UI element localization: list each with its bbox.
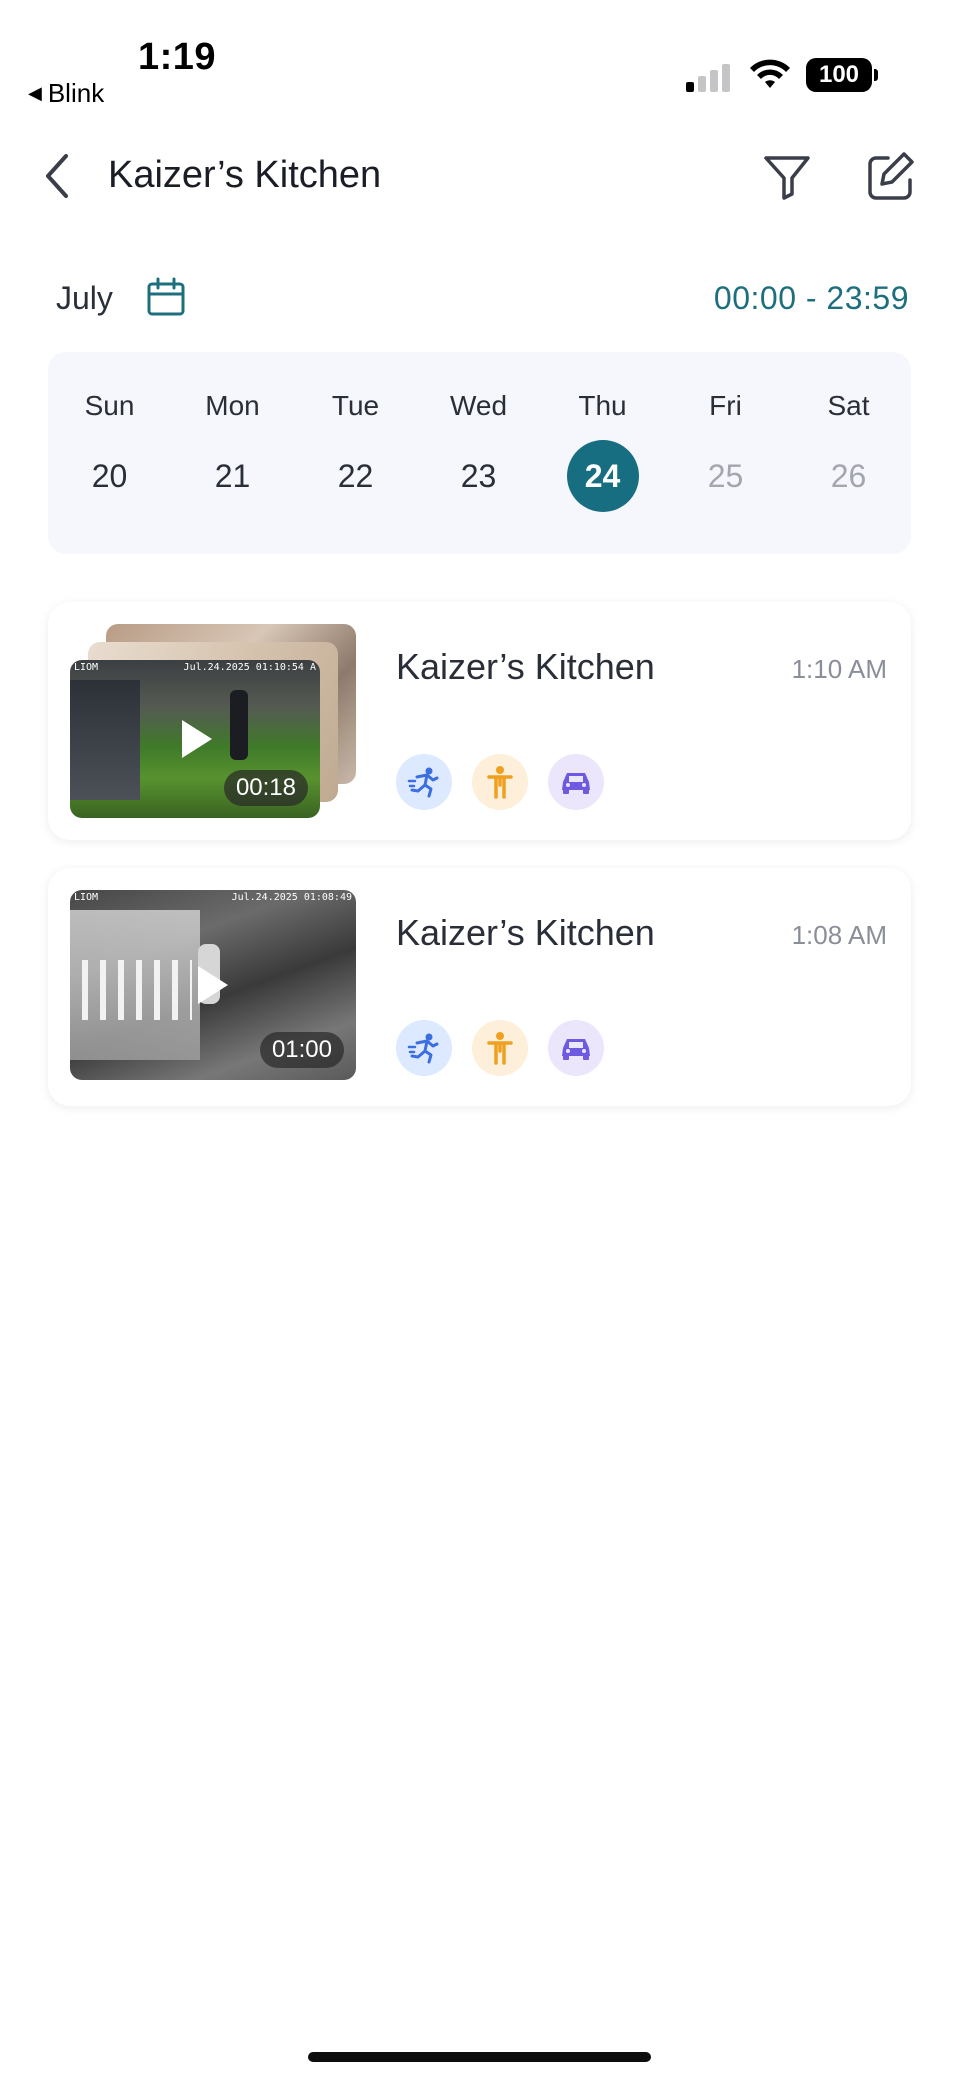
day-date: 25 xyxy=(707,458,744,494)
time-range-selector[interactable]: 00:00 - 23:59 xyxy=(714,280,909,317)
motion-detection-icon xyxy=(396,754,452,810)
page-title: Kaizer’s Kitchen xyxy=(108,154,382,196)
day-name: Thu xyxy=(578,390,627,421)
event-thumbnail[interactable]: LIOM Jul.24.2025 01:08:49 01:00 xyxy=(70,890,356,1080)
day-fri[interactable]: Fri 25 xyxy=(664,352,787,554)
vehicle-detection-icon xyxy=(548,1020,604,1076)
camera-osd-timestamp: Jul.24.2025 01:08:49 xyxy=(231,892,352,903)
clip-duration: 00:18 xyxy=(223,770,308,806)
back-to-app-link[interactable]: ◀ Blink xyxy=(28,78,104,109)
event-time: 1:08 AM xyxy=(791,920,887,950)
event-card[interactable]: LIOM Jul.24.2025 01:08:49 01:00 Kaizer’s… xyxy=(48,868,911,1106)
event-thumbnail[interactable]: LIOM Jul.24.2025 01:10:54 A 00:18 xyxy=(70,660,320,818)
event-card[interactable]: LIOM Jul.24.2025 01:10:54 A 00:18 Kaizer… xyxy=(48,602,911,840)
day-sat[interactable]: Sat 26 xyxy=(787,352,910,554)
month-label: July xyxy=(56,280,113,316)
day-date: 22 xyxy=(337,458,374,494)
calendar-icon[interactable] xyxy=(144,276,188,320)
date-filter-row: July 00:00 - 23:59 xyxy=(0,270,959,330)
day-date: 23 xyxy=(460,458,497,494)
camera-osd-label: LIOM xyxy=(74,892,99,903)
day-name: Sun xyxy=(84,390,135,421)
day-thu-selected[interactable]: Thu 24 xyxy=(541,352,664,554)
event-camera-name: Kaizer’s Kitchen xyxy=(396,912,655,953)
play-icon[interactable] xyxy=(198,966,228,1004)
vehicle-detection-icon xyxy=(548,754,604,810)
status-bar: 1:19 ◀ Blink 100 xyxy=(0,0,959,120)
chevron-left-icon[interactable] xyxy=(38,148,78,204)
day-sun[interactable]: Sun 20 xyxy=(48,352,171,554)
day-mon[interactable]: Mon 21 xyxy=(171,352,294,554)
day-name: Mon xyxy=(205,390,260,421)
day-name: Fri xyxy=(709,390,742,421)
day-date: 24 xyxy=(566,440,639,512)
back-app-label: Blink xyxy=(47,78,105,108)
day-date: 26 xyxy=(830,458,867,494)
motion-detection-icon xyxy=(396,1020,452,1076)
detection-badges xyxy=(396,754,604,810)
human-detection-icon xyxy=(472,1020,528,1076)
home-indicator[interactable] xyxy=(308,2052,651,2062)
event-camera-name: Kaizer’s Kitchen xyxy=(396,646,655,687)
play-icon[interactable] xyxy=(182,720,212,758)
event-thumbnail-stack: LIOM Jul.24.2025 01:10:54 A 00:18 xyxy=(70,624,356,818)
battery-indicator: 100 xyxy=(806,58,878,92)
day-wed[interactable]: Wed 23 xyxy=(417,352,540,554)
cellular-signal-icon xyxy=(686,62,730,92)
day-date: 21 xyxy=(214,458,251,494)
clip-duration: 01:00 xyxy=(259,1032,344,1068)
wifi-icon xyxy=(750,59,790,88)
filter-icon[interactable] xyxy=(760,148,814,204)
day-date: 20 xyxy=(91,458,128,494)
camera-osd-timestamp: Jul.24.2025 01:10:54 A xyxy=(183,662,316,673)
week-strip: Sun 20 Mon 21 Tue 22 Wed 23 Thu 24 Fri 2… xyxy=(48,352,911,554)
status-time: 1:19 xyxy=(138,36,217,78)
day-tue[interactable]: Tue 22 xyxy=(294,352,417,554)
event-time: 1:10 AM xyxy=(791,654,887,684)
human-detection-icon xyxy=(472,754,528,810)
day-name: Tue xyxy=(331,390,380,421)
camera-osd-label: LIOM xyxy=(74,662,99,673)
edit-icon[interactable] xyxy=(862,148,918,204)
day-name: Sat xyxy=(827,390,870,421)
event-thumbnail-stack: LIOM Jul.24.2025 01:08:49 01:00 xyxy=(70,890,356,1084)
back-triangle-icon: ◀ xyxy=(28,83,42,103)
day-name: Wed xyxy=(449,390,508,421)
detection-badges xyxy=(396,1020,604,1076)
navigation-bar: Kaizer’s Kitchen xyxy=(0,130,959,220)
